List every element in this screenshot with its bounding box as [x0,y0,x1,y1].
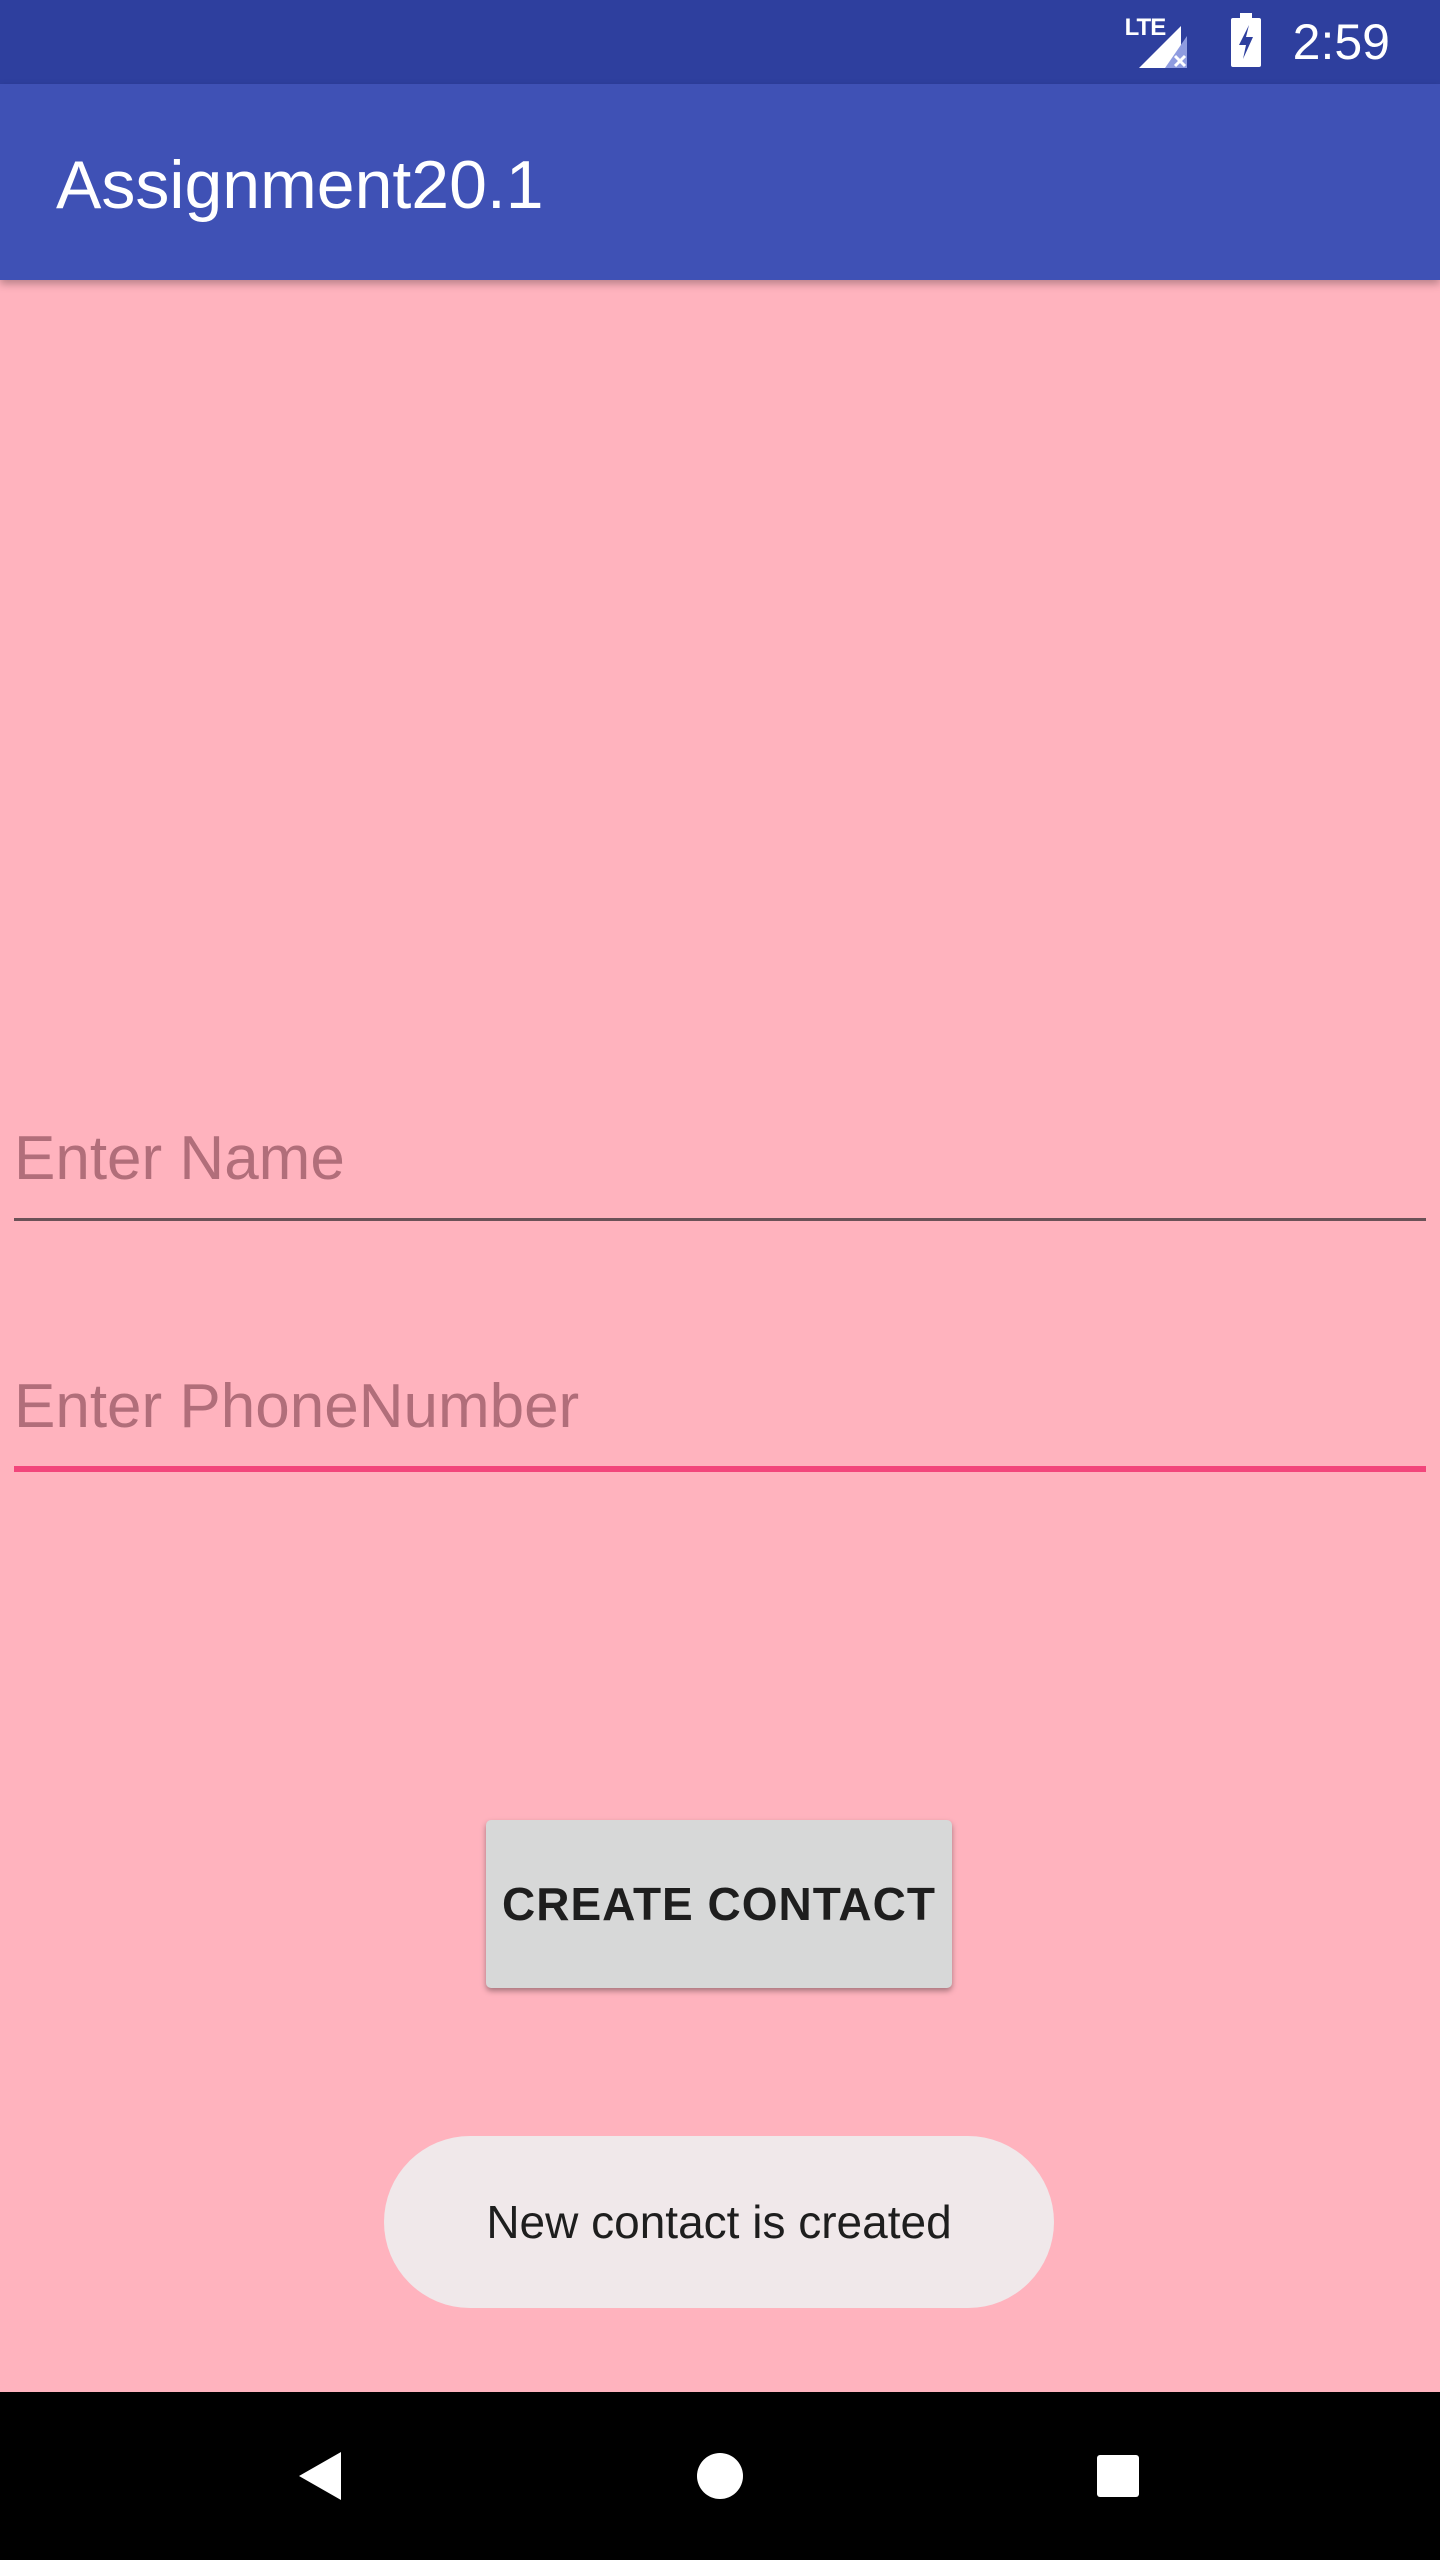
status-clock: 2:59 [1292,14,1390,70]
phone-field-container [14,1346,1426,1472]
phone-input[interactable] [14,1346,1426,1466]
recents-icon [1097,2455,1139,2497]
navigation-bar [0,2392,1440,2560]
app-title: Assignment20.1 [56,147,544,223]
lte-signal-icon: LTE [1125,12,1195,72]
create-contact-button[interactable]: CREATE CONTACT [486,1820,952,1988]
back-icon [299,2452,341,2500]
battery-charging-icon [1230,12,1261,72]
name-input[interactable] [14,1098,1426,1218]
status-icons: LTE 2:59 [1125,0,1390,84]
home-icon [697,2453,743,2499]
status-bar: LTE 2:59 [0,0,1440,84]
recents-button[interactable] [1078,2436,1158,2516]
app-bar: Assignment20.1 [0,84,1440,280]
toast-message: New contact is created [486,2196,952,2248]
home-button[interactable] [680,2436,760,2516]
toast: New contact is created [384,2136,1054,2308]
name-field-container [14,1098,1426,1221]
back-button[interactable] [280,2436,360,2516]
